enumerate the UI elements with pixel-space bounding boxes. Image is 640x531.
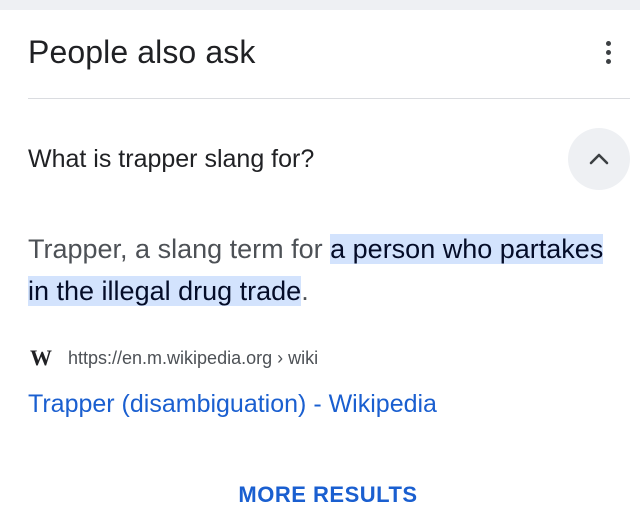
wikipedia-w-icon: W [30, 345, 52, 370]
more-results-button[interactable]: MORE RESULTS [0, 482, 640, 508]
answer-suffix: . [301, 276, 309, 306]
top-strip [0, 0, 640, 10]
question-text: What is trapper slang for? [28, 144, 315, 173]
answer-prefix: Trapper, a slang term for [28, 234, 331, 264]
collapse-button[interactable] [568, 128, 630, 190]
question-row[interactable]: What is trapper slang for? [28, 128, 630, 190]
divider [28, 98, 630, 99]
source-url[interactable]: https://en.m.wikipedia.org › wiki [68, 348, 318, 369]
section-title: People also ask [28, 33, 256, 70]
section-header: People also ask [28, 30, 612, 74]
answer-text: Trapper, a slang term for a person who p… [28, 228, 628, 312]
result-title-link[interactable]: Trapper (disambiguation) - Wikipedia [28, 390, 437, 419]
chevron-up-icon [589, 153, 609, 165]
source-line[interactable]: W https://en.m.wikipedia.org › wiki [28, 343, 318, 373]
more-vert-icon[interactable] [596, 34, 620, 70]
